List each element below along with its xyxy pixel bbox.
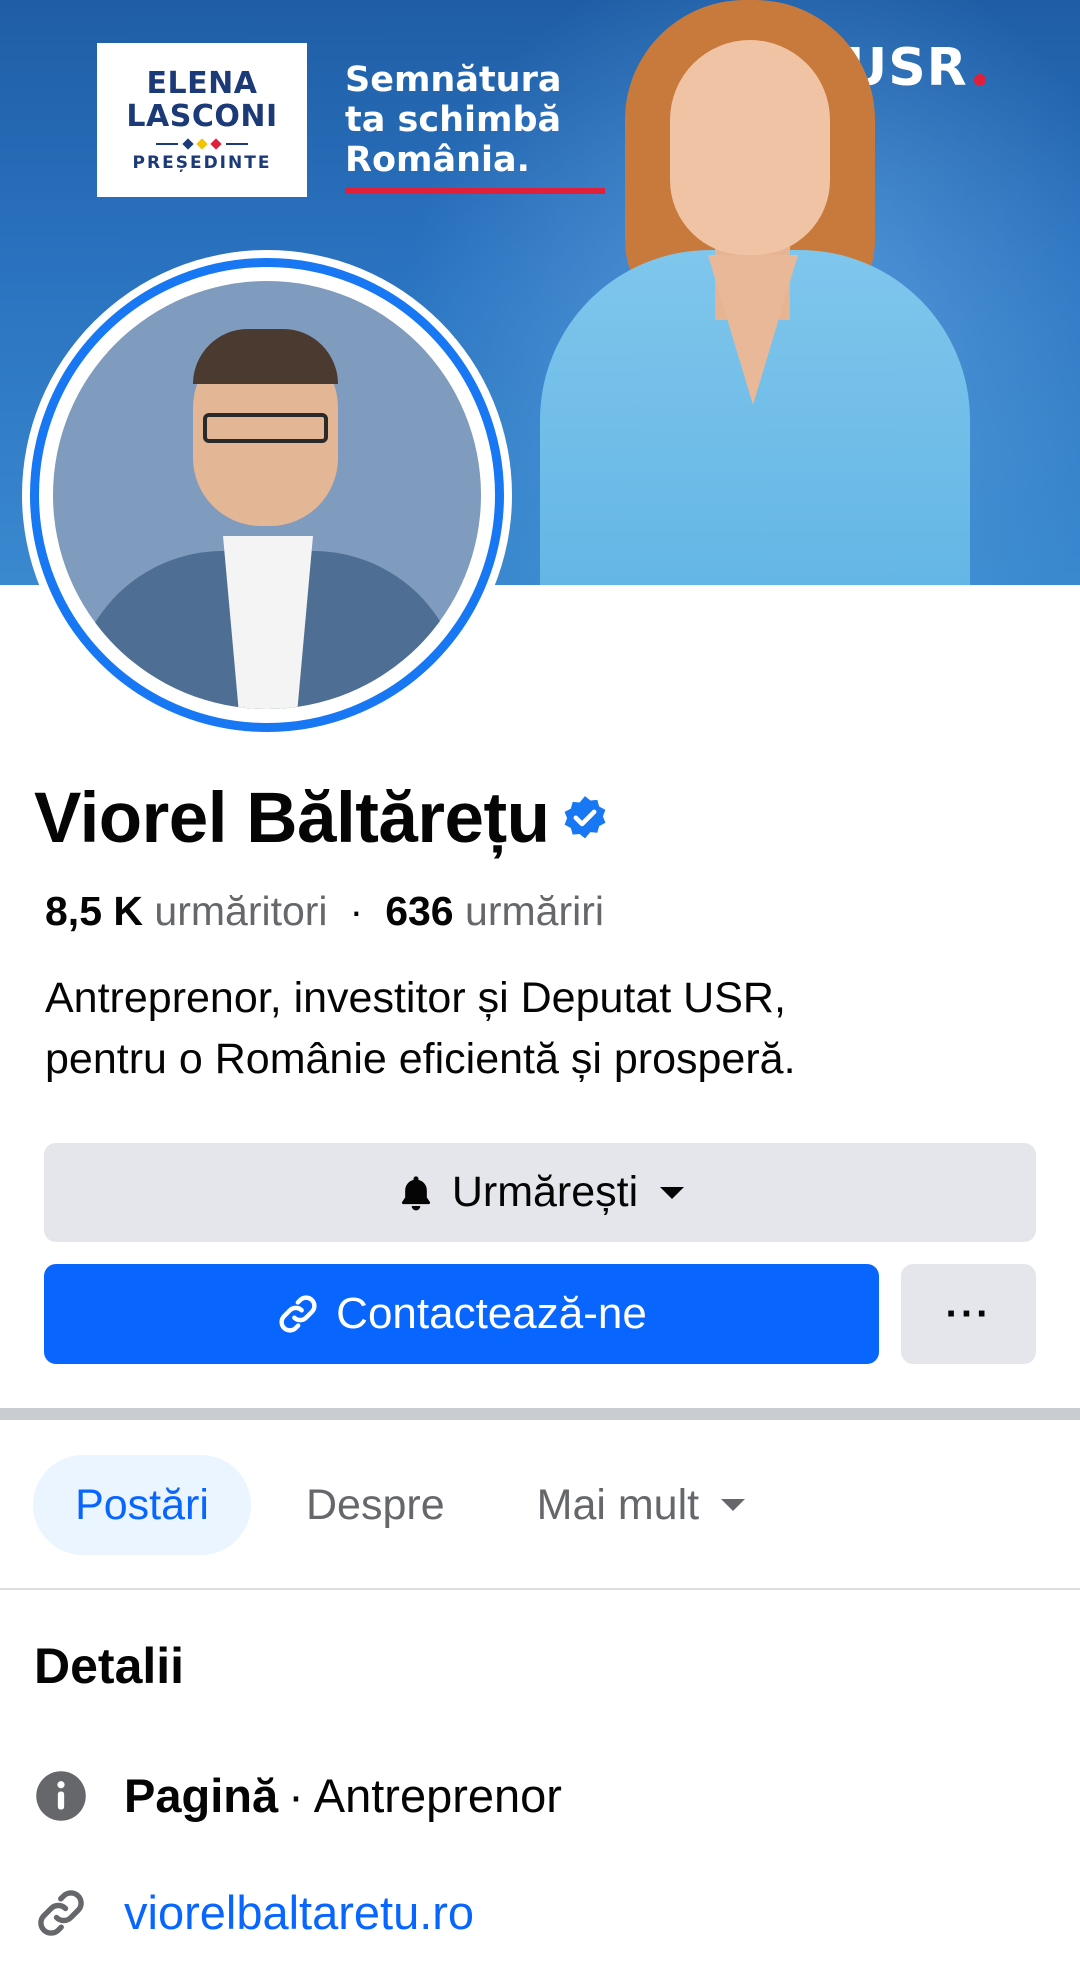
page-type-separator: · <box>288 1769 304 1822</box>
profile-bio: Antreprenor, investitor și Deputat USR, … <box>45 968 1045 1090</box>
following-count[interactable]: 636 <box>385 888 453 935</box>
avatar <box>53 281 481 709</box>
tab-about[interactable]: Despre <box>306 1455 445 1555</box>
bio-line-2: pentru o Românie eficientă și prosperă. <box>45 1035 796 1083</box>
profile-picture[interactable] <box>22 250 512 740</box>
stats-separator: · <box>349 888 364 934</box>
cover-slogan: Semnătura ta schimbă România. <box>345 60 561 180</box>
badge-line-1: ELENA <box>146 66 258 101</box>
link-icon <box>279 1295 317 1333</box>
page-type-label: Pagină <box>124 1769 279 1822</box>
bell-icon <box>401 1175 430 1210</box>
tabs-divider <box>0 1588 1080 1590</box>
details-heading: Detalii <box>34 1638 185 1694</box>
badge-line-2: LASCONI <box>126 99 278 134</box>
tab-more[interactable]: Mai mult <box>536 1455 746 1555</box>
badge-line-3: PREȘEDINTE <box>132 153 272 173</box>
tab-more-label: Mai mult <box>536 1480 700 1529</box>
story-ring <box>30 258 504 732</box>
following-label[interactable]: urmăriri <box>465 888 604 935</box>
bio-line-1: Antreprenor, investitor și Deputat USR, <box>45 974 786 1022</box>
page-category: Antreprenor <box>313 1769 562 1822</box>
info-icon <box>36 1770 86 1821</box>
contact-button[interactable]: Contactează-ne <box>44 1264 879 1364</box>
link-icon <box>38 1889 84 1936</box>
more-options-icon: ··· <box>945 1291 992 1336</box>
following-button[interactable]: Urmărești <box>44 1143 1036 1242</box>
profile-name-row: Viorel Băltărețu <box>34 778 610 859</box>
detail-website[interactable]: viorelbaltaretu.ro <box>34 1885 474 1940</box>
tab-posts[interactable]: Postări <box>33 1455 251 1555</box>
following-button-label: Urmărești <box>451 1168 639 1216</box>
contact-button-label: Contactează-ne <box>336 1289 647 1338</box>
detail-page-type: Pagină · Antreprenor <box>34 1768 562 1823</box>
followers-label[interactable]: urmăritori <box>154 888 327 935</box>
cover-portrait <box>530 0 990 585</box>
chevron-down-icon <box>660 1186 685 1199</box>
profile-name: Viorel Băltărețu <box>34 779 550 858</box>
website-link[interactable]: viorelbaltaretu.ro <box>124 1885 474 1940</box>
slogan-line-2: ta schimbă <box>345 100 562 140</box>
followers-count[interactable]: 8,5 K <box>45 888 143 935</box>
section-divider <box>0 1408 1080 1420</box>
profile-stats: 8,5 K urmăritori · 636 urmăriri <box>45 888 604 935</box>
verified-badge-icon <box>564 795 605 838</box>
slogan-line-1: Semnătura <box>345 60 562 100</box>
badge-ornament <box>156 138 248 150</box>
chevron-down-icon <box>721 1499 746 1511</box>
profile-tabs: Postări Despre Mai mult <box>33 1455 746 1555</box>
slogan-line-3: România. <box>345 140 530 180</box>
campaign-badge: ELENA LASCONI PREȘEDINTE <box>97 43 307 197</box>
more-options-button[interactable]: ··· <box>901 1264 1036 1364</box>
